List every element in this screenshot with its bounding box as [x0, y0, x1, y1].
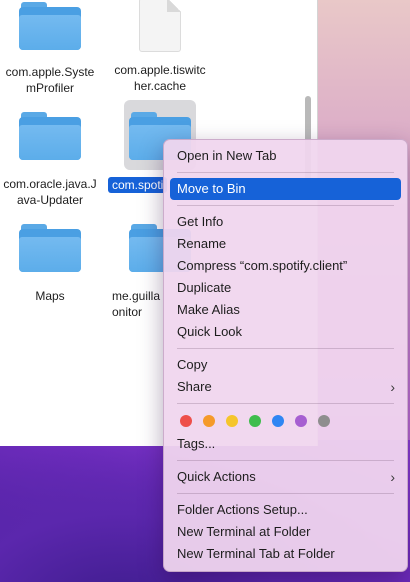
tag-purple-dot[interactable]: [295, 415, 307, 427]
menu-item-tags[interactable]: Tags...: [170, 433, 401, 455]
menu-separator: [177, 205, 394, 206]
file-item-oracle-java-updater[interactable]: com.oracle.java.J ava-Updater: [0, 112, 102, 208]
menu-item-get-info[interactable]: Get Info: [170, 211, 401, 233]
menu-item-compress[interactable]: Compress “com.spotify.client”: [170, 255, 401, 277]
folder-icon: [19, 2, 81, 50]
menu-item-share[interactable]: Share ›: [170, 376, 401, 398]
menu-separator: [177, 493, 394, 494]
file-item-apple-systemprofiler[interactable]: com.apple.Syste mProfiler: [0, 0, 102, 96]
menu-item-new-terminal-tab-at-folder[interactable]: New Terminal Tab at Folder: [170, 543, 401, 565]
menu-item-copy[interactable]: Copy: [170, 354, 401, 376]
menu-item-rename[interactable]: Rename: [170, 233, 401, 255]
menu-item-quick-actions[interactable]: Quick Actions ›: [170, 466, 401, 488]
tag-green-dot[interactable]: [249, 415, 261, 427]
menu-separator: [177, 403, 394, 404]
tag-color-row: [170, 409, 401, 433]
menu-item-label: Share: [177, 379, 212, 394]
chevron-right-icon: ›: [390, 469, 395, 485]
file-item-apple-tiswitcher-cache[interactable]: com.apple.tiswitc her.cache: [108, 0, 212, 94]
menu-item-make-alias[interactable]: Make Alias: [170, 299, 401, 321]
tag-orange-dot[interactable]: [203, 415, 215, 427]
menu-item-move-to-bin[interactable]: Move to Bin: [170, 178, 401, 200]
file-name: Maps: [35, 289, 65, 303]
folder-icon: [19, 112, 81, 160]
tag-yellow-dot[interactable]: [226, 415, 238, 427]
chevron-right-icon: ›: [390, 379, 395, 395]
menu-item-label: Quick Actions: [177, 469, 256, 484]
menu-item-new-terminal-at-folder[interactable]: New Terminal at Folder: [170, 521, 401, 543]
menu-item-open-in-new-tab[interactable]: Open in New Tab: [170, 145, 401, 167]
folder-icon: [19, 224, 81, 272]
document-icon: [139, 0, 181, 52]
menu-separator: [177, 348, 394, 349]
menu-item-quick-look[interactable]: Quick Look: [170, 321, 401, 343]
menu-separator: [177, 460, 394, 461]
file-name-selected: com.spoti: [108, 177, 168, 193]
tag-blue-dot[interactable]: [272, 415, 284, 427]
file-item-maps[interactable]: Maps: [0, 224, 102, 304]
menu-separator: [177, 172, 394, 173]
tag-gray-dot[interactable]: [318, 415, 330, 427]
context-menu: Open in New Tab Move to Bin Get Info Ren…: [163, 139, 408, 572]
file-name: com.apple.Syste mProfiler: [5, 65, 95, 95]
tag-red-dot[interactable]: [180, 415, 192, 427]
menu-item-duplicate[interactable]: Duplicate: [170, 277, 401, 299]
menu-item-folder-actions-setup[interactable]: Folder Actions Setup...: [170, 499, 401, 521]
file-name: com.oracle.java.J ava-Updater: [3, 177, 97, 207]
file-name: com.apple.tiswitc her.cache: [114, 63, 206, 93]
